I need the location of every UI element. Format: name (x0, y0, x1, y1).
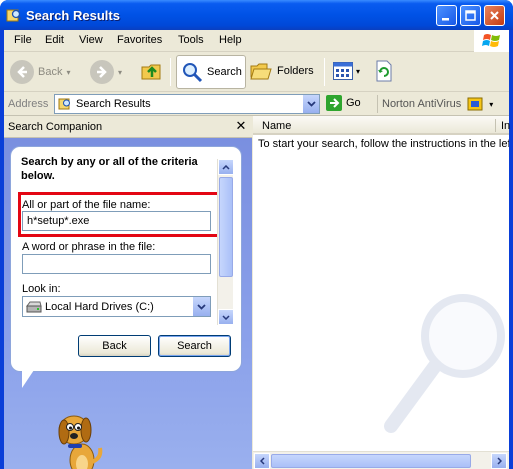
standard-toolbar: Back ▾ ▾ Search Folders ▾ (4, 52, 509, 92)
bubble-tail (22, 370, 34, 388)
search-magnifier-icon (183, 63, 203, 83)
chevron-down-icon (197, 303, 206, 310)
filename-highlight-box (18, 192, 221, 237)
results-instructions: To start your search, follow the instruc… (258, 138, 509, 150)
norton-dropdown-icon: ▾ (489, 99, 494, 109)
norton-icon (467, 97, 483, 111)
back-button[interactable]: Back ▾ (10, 60, 70, 84)
pane-title: Search Companion (8, 121, 103, 133)
menu-bar: File Edit View Favorites Tools Help (4, 30, 509, 52)
magnifier-watermark-icon (384, 294, 505, 433)
window-client: File Edit View Favorites Tools Help Back… (4, 30, 510, 469)
column-in-folder[interactable]: In (501, 120, 510, 132)
chevron-down-icon (222, 314, 230, 320)
chevron-right-icon (496, 457, 502, 465)
views-dropdown-icon: ▾ (356, 66, 361, 76)
menu-edit[interactable]: Edit (45, 34, 64, 46)
pane-close-button[interactable]: ✕ (233, 118, 249, 134)
minimize-button[interactable] (436, 5, 457, 26)
menu-help[interactable]: Help (219, 34, 242, 46)
search-button[interactable]: Search (158, 335, 231, 357)
back-arrow-icon (10, 60, 34, 84)
maximize-button[interactable] (460, 5, 481, 26)
lookin-label: Look in: (22, 283, 61, 295)
toolbar-separator (324, 58, 325, 86)
pane-header: Search Companion ✕ (4, 116, 252, 138)
phrase-input[interactable] (22, 254, 211, 274)
folders-icon (250, 63, 272, 80)
hscroll-thumb[interactable] (271, 454, 471, 468)
back-dropdown-icon: ▾ (66, 67, 71, 77)
lookin-value: Local Hard Drives (C:) (45, 301, 154, 313)
column-separator[interactable] (495, 119, 496, 132)
forward-button[interactable]: ▾ (90, 60, 122, 84)
search-toolbar-button[interactable]: Search (176, 55, 246, 89)
chevron-down-icon (306, 101, 316, 107)
scroll-up-button[interactable] (218, 159, 234, 175)
norton-label: Norton AntiVirus (382, 98, 462, 110)
search-button-label: Search (177, 340, 212, 352)
forward-dropdown-icon: ▾ (118, 67, 123, 77)
lookin-dropdown-button[interactable] (193, 297, 210, 316)
address-dropdown-button[interactable] (302, 95, 319, 113)
explorer-window: Search Results File Edit View Favorites … (0, 0, 513, 469)
refresh-button[interactable] (374, 60, 394, 82)
address-bar: Address Search Results Go Norton AntiVir… (4, 92, 509, 116)
back-button-label: Back (102, 340, 127, 352)
address-input[interactable]: Search Results (54, 94, 320, 114)
column-name[interactable]: Name (262, 120, 291, 132)
go-arrow-icon (326, 95, 342, 111)
search-companion-pane: Search Companion ✕ Search by any or all … (4, 116, 252, 469)
folders-button[interactable]: Folders (250, 60, 314, 82)
menu-favorites[interactable]: Favorites (117, 34, 162, 46)
results-hscrollbar[interactable] (253, 451, 509, 469)
window-title: Search Results (26, 8, 120, 23)
chevron-left-icon (259, 457, 265, 465)
lookin-select[interactable]: Local Hard Drives (C:) (22, 296, 211, 317)
windows-logo-icon (474, 30, 509, 52)
up-folder-button[interactable] (140, 59, 164, 83)
menu-file[interactable]: File (14, 34, 32, 46)
scroll-left-button[interactable] (254, 453, 270, 469)
companion-scrollbar[interactable] (217, 159, 234, 325)
search-results-icon (58, 98, 70, 110)
results-column-header: Name In (253, 116, 510, 135)
go-button[interactable]: Go (326, 95, 361, 111)
close-icon: ✕ (235, 118, 247, 133)
pane-body: Search by any or all of the criteria bel… (4, 138, 252, 469)
forward-arrow-icon (90, 60, 114, 84)
minimize-icon (442, 18, 449, 21)
address-label: Address (8, 98, 49, 110)
phrase-label: A word or phrase in the file: (22, 241, 156, 253)
search-results-icon (6, 9, 22, 22)
close-button[interactable] (484, 5, 505, 26)
close-icon (490, 11, 499, 20)
back-button[interactable]: Back (78, 335, 151, 357)
hard-drive-icon (26, 301, 42, 313)
views-button[interactable]: ▾ (333, 62, 360, 80)
views-icon (333, 62, 353, 80)
go-label: Go (346, 97, 361, 109)
up-folder-icon (141, 64, 161, 80)
toolbar-separator (170, 58, 171, 86)
menu-tools[interactable]: Tools (178, 34, 204, 46)
search-bubble: Search by any or all of the criteria bel… (10, 146, 242, 372)
back-label: Back (38, 66, 63, 78)
menu-view[interactable]: View (79, 34, 103, 46)
address-value: Search Results (76, 98, 151, 110)
rover-dog-icon[interactable] (50, 408, 110, 469)
search-heading: Search by any or all of the criteria bel… (21, 156, 198, 182)
search-label: Search (207, 66, 242, 78)
chevron-up-icon (222, 164, 230, 170)
results-pane: Name In To start your search, follow the… (253, 116, 510, 469)
title-bar[interactable]: Search Results (0, 0, 513, 30)
norton-toolbar[interactable]: Norton AntiVirus ▾ (377, 95, 493, 113)
maximize-icon (465, 10, 476, 21)
folders-label: Folders (277, 65, 314, 77)
refresh-icon (376, 60, 392, 82)
scroll-right-button[interactable] (491, 453, 507, 469)
scroll-thumb[interactable] (219, 177, 233, 277)
scroll-down-button[interactable] (218, 309, 234, 325)
